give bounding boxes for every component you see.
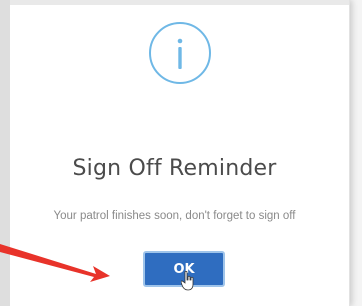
info-icon <box>149 22 211 84</box>
dialog-message: Your patrol finishes soon, don't forget … <box>53 210 296 222</box>
dialog-top-border <box>10 0 349 5</box>
dialog-title: Sign Off Reminder <box>72 156 277 181</box>
red-arrow-pointer <box>0 244 110 282</box>
screen-frame: Sign Off Reminder Your patrol finishes s… <box>0 0 362 306</box>
hand-cursor-icon <box>181 271 194 291</box>
